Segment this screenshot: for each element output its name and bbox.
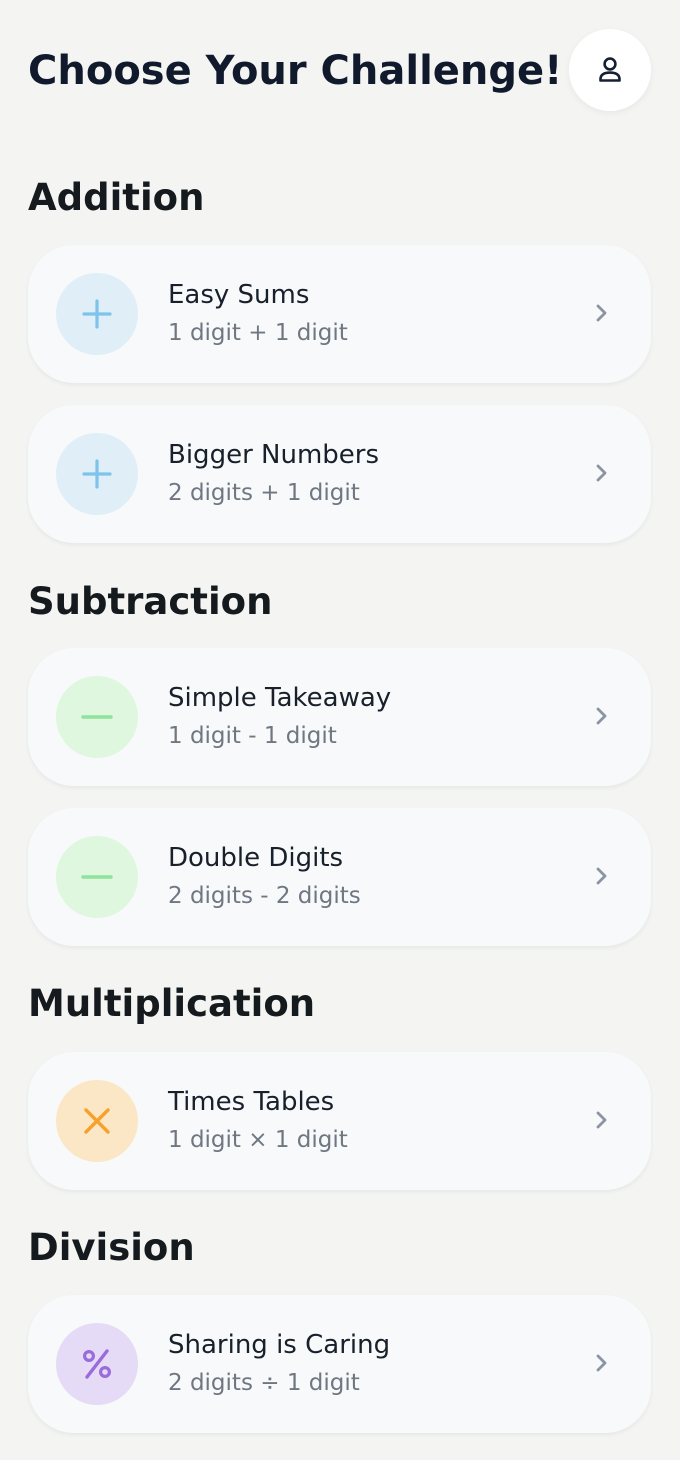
challenge-subtitle: 2 digits + 1 digit xyxy=(168,480,360,506)
chevron-right-icon xyxy=(596,707,607,725)
section-title-addition: Addition xyxy=(28,176,205,219)
challenge-card-sharing-is-caring[interactable]: Sharing is Caring 2 digits ÷ 1 digit xyxy=(28,1295,651,1433)
addition-badge xyxy=(56,433,138,515)
multiplication-badge xyxy=(56,1080,138,1162)
section-title-subtraction: Subtraction xyxy=(28,580,273,623)
challenge-subtitle: 2 digits ÷ 1 digit xyxy=(168,1370,360,1396)
division-badge xyxy=(56,1323,138,1405)
plus-icon xyxy=(82,459,112,489)
challenge-title: Sharing is Caring xyxy=(168,1330,391,1360)
chevron-right-icon xyxy=(596,464,607,482)
percent-icon xyxy=(82,1349,112,1379)
chevron-right-icon xyxy=(596,304,607,322)
challenge-title: Double Digits xyxy=(168,843,344,873)
challenge-card-bigger-numbers[interactable]: Bigger Numbers 2 digits + 1 digit xyxy=(28,405,651,543)
challenge-subtitle: 1 digit - 1 digit xyxy=(168,723,337,749)
challenge-title: Simple Takeaway xyxy=(168,683,392,713)
challenge-card-double-digits[interactable]: Double Digits 2 digits - 2 digits xyxy=(28,808,651,946)
challenge-subtitle: 1 digit × 1 digit xyxy=(168,1127,348,1153)
section-title-multiplication: Multiplication xyxy=(28,982,316,1025)
chevron-right-icon xyxy=(596,867,607,885)
challenge-card-simple-takeaway[interactable]: Simple Takeaway 1 digit - 1 digit xyxy=(28,648,651,786)
challenge-subtitle: 2 digits - 2 digits xyxy=(168,883,361,909)
challenge-card-times-tables[interactable]: Times Tables 1 digit × 1 digit xyxy=(28,1052,651,1190)
challenge-title: Bigger Numbers xyxy=(168,440,380,470)
section-title-division: Division xyxy=(28,1226,195,1269)
page-title: Choose Your Challenge! xyxy=(28,48,563,94)
challenge-title: Easy Sums xyxy=(168,280,310,310)
app-header: Choose Your Challenge! xyxy=(0,0,680,140)
plus-icon xyxy=(82,299,112,329)
minus-icon xyxy=(81,715,113,719)
minus-icon xyxy=(81,875,113,879)
subtraction-badge xyxy=(56,676,138,758)
challenge-subtitle: 1 digit + 1 digit xyxy=(168,320,348,346)
user-icon xyxy=(599,57,621,82)
chevron-right-icon xyxy=(596,1354,607,1372)
times-icon xyxy=(84,1108,110,1134)
subtraction-badge xyxy=(56,836,138,918)
addition-badge xyxy=(56,273,138,355)
challenge-title: Times Tables xyxy=(168,1087,335,1117)
challenge-card-easy-sums[interactable]: Easy Sums 1 digit + 1 digit xyxy=(28,245,651,383)
chevron-right-icon xyxy=(596,1111,607,1129)
profile-button[interactable] xyxy=(569,29,651,111)
